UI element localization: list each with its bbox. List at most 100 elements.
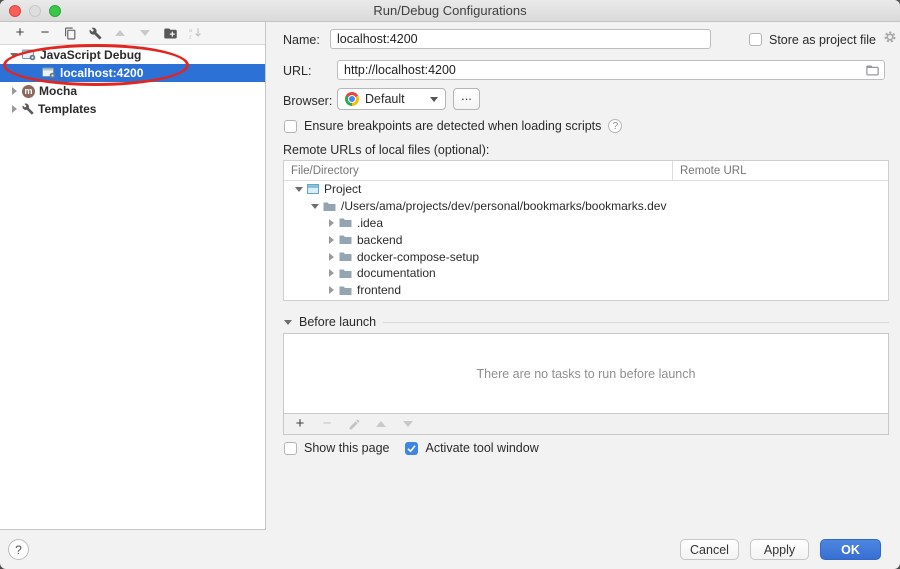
edit-defaults-wrench-icon[interactable] (87, 25, 103, 41)
table-row[interactable]: /Users/ama/projects/dev/personal/bookmar… (284, 198, 888, 215)
browser-selected-value: Default (365, 92, 405, 106)
close-window-icon[interactable] (9, 5, 21, 17)
column-header-file-directory[interactable]: File/Directory (284, 161, 673, 180)
folder-icon (339, 268, 352, 279)
chevron-right-icon[interactable] (325, 218, 337, 227)
name-input[interactable] (330, 29, 711, 49)
project-icon (307, 183, 319, 195)
chevron-right-icon[interactable] (325, 252, 337, 261)
store-as-project-file-checkbox[interactable] (749, 33, 762, 46)
mocha-icon: m (22, 84, 35, 98)
window-title: Run/Debug Configurations (373, 3, 527, 18)
table-row-label: /Users/ama/projects/dev/personal/bookmar… (341, 199, 667, 214)
minimize-window-icon (29, 5, 41, 17)
folder-icon (339, 234, 352, 245)
table-row[interactable]: documentation (284, 265, 888, 282)
configurations-panel: + − az JavaScript Debug localhost:4200 m… (0, 22, 266, 530)
breakpoints-help-icon[interactable]: ? (608, 119, 623, 133)
before-launch-task-list[interactable]: There are no tasks to run before launch (283, 333, 889, 414)
table-row[interactable]: docker-compose-setup (284, 248, 888, 265)
chevron-down-icon[interactable] (284, 319, 292, 325)
tree-item-label: Mocha (39, 84, 78, 98)
gear-icon[interactable] (883, 30, 897, 49)
table-row[interactable]: .idea (284, 215, 888, 232)
url-input[interactable] (337, 60, 885, 80)
browser-more-button[interactable]: ... (453, 88, 480, 110)
templates-wrench-icon (22, 103, 34, 115)
tree-item-templates[interactable]: Templates (0, 100, 265, 118)
activate-tool-window-label: Activate tool window (425, 441, 539, 455)
table-row[interactable]: frontend (284, 282, 888, 299)
chevron-right-icon[interactable] (8, 105, 20, 113)
move-up-icon (112, 25, 128, 41)
folder-icon (339, 251, 352, 262)
chevron-down-icon (430, 96, 438, 102)
configurations-tree: JavaScript Debug localhost:4200 m Mocha … (0, 45, 265, 118)
show-this-page-checkbox[interactable] (284, 441, 297, 455)
remove-configuration-icon[interactable]: − (37, 25, 53, 41)
breakpoints-label: Ensure breakpoints are detected when loa… (304, 119, 602, 133)
new-folder-icon[interactable] (162, 25, 178, 41)
chevron-down-icon[interactable] (309, 203, 321, 209)
folder-icon (339, 285, 352, 296)
add-task-icon[interactable]: + (292, 416, 308, 432)
copy-configuration-icon[interactable] (62, 25, 78, 41)
browse-file-folder-icon[interactable] (865, 63, 880, 83)
sort-configurations-icon: az (187, 25, 203, 41)
title-bar: Run/Debug Configurations (0, 0, 900, 22)
table-row-label: docker-compose-setup (357, 249, 480, 264)
ok-button[interactable]: OK (820, 539, 881, 560)
chrome-icon (345, 92, 359, 106)
add-configuration-icon[interactable]: + (12, 25, 28, 41)
chevron-right-icon[interactable] (325, 269, 337, 278)
remote-urls-label: Remote URLs of local files (optional): (283, 143, 490, 157)
table-row-label: backend (357, 232, 403, 247)
footer-options-row: Show this page Activate tool window (284, 441, 539, 455)
svg-text:a: a (189, 28, 193, 34)
show-this-page-label: Show this page (304, 441, 390, 455)
browser-dropdown[interactable]: Default (337, 88, 446, 110)
move-down-icon (137, 25, 153, 41)
column-header-remote-url[interactable]: Remote URL (673, 161, 746, 180)
table-row-label: Project (324, 182, 362, 197)
cancel-button[interactable]: Cancel (680, 539, 739, 560)
zoom-window-icon[interactable] (49, 5, 61, 17)
table-row-label: .idea (357, 215, 384, 230)
activate-tool-window-checkbox[interactable] (405, 441, 419, 455)
table-row-label: documentation (357, 266, 436, 281)
folder-icon (323, 201, 336, 212)
store-as-project-file-option[interactable]: Store as project file (749, 30, 897, 49)
edit-task-pencil-icon (346, 416, 362, 432)
chevron-right-icon[interactable] (8, 87, 20, 95)
before-launch-empty-message: There are no tasks to run before launch (476, 366, 696, 381)
run-debug-configurations-dialog: Run/Debug Configurations + − az JavaScri… (0, 0, 900, 569)
table-row[interactable]: Project (284, 181, 888, 198)
table-header-row: File/Directory Remote URL (284, 161, 888, 181)
table-row-label: frontend (357, 283, 402, 298)
section-divider (383, 321, 889, 323)
chevron-down-icon[interactable] (8, 52, 20, 58)
before-launch-section-header[interactable]: Before launch (284, 315, 889, 329)
url-label: URL: (283, 64, 312, 78)
remote-urls-table: File/Directory Remote URL Project /Users… (283, 160, 889, 301)
before-launch-toolbar: + − (283, 414, 889, 435)
chevron-right-icon[interactable] (325, 286, 337, 295)
table-row[interactable]: backend (284, 231, 888, 248)
tree-item-localhost-4200[interactable]: localhost:4200 (0, 64, 265, 82)
chevron-down-icon[interactable] (293, 186, 305, 192)
help-button[interactable]: ? (8, 539, 29, 560)
tree-item-mocha[interactable]: m Mocha (0, 82, 265, 100)
configurations-toolbar: + − az (0, 22, 265, 45)
javascript-debug-config-icon (42, 67, 56, 79)
apply-button[interactable]: Apply (750, 539, 809, 560)
tree-item-javascript-debug[interactable]: JavaScript Debug (0, 46, 265, 64)
breakpoints-option[interactable]: Ensure breakpoints are detected when loa… (284, 119, 623, 133)
breakpoints-checkbox[interactable] (284, 119, 297, 133)
tree-item-label: JavaScript Debug (40, 48, 142, 62)
move-task-down-icon (400, 416, 416, 432)
svg-text:z: z (189, 34, 192, 40)
remove-task-icon: − (322, 415, 332, 432)
name-label: Name: (283, 33, 320, 47)
chevron-right-icon[interactable] (325, 235, 337, 244)
url-field-wrapper (337, 60, 885, 80)
